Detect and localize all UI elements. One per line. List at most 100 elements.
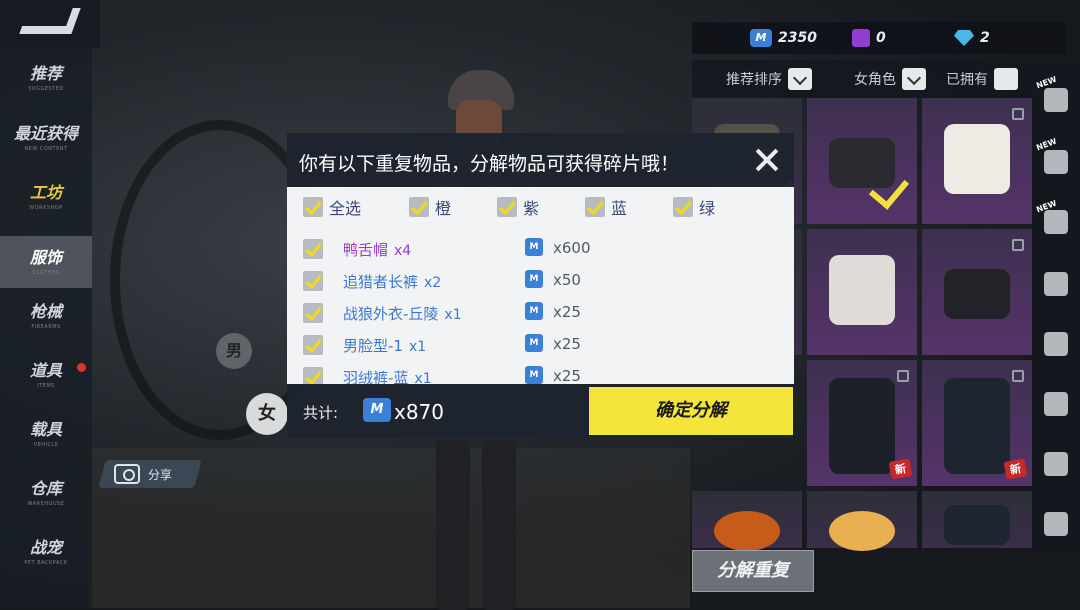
checkbox-checked-icon[interactable] xyxy=(303,239,323,259)
notification-dot xyxy=(77,363,86,372)
fragment-amount: x25 xyxy=(553,303,581,321)
sidebar-item-workshop[interactable]: 工坊 WORKSHOP xyxy=(0,171,92,223)
sidebar-item-firearms[interactable]: 枪械 FIREARMS xyxy=(0,290,92,342)
grid-item[interactable] xyxy=(922,98,1032,224)
filter-label: 绿 xyxy=(699,199,716,218)
sidebar-item-label: 服饰 xyxy=(29,248,62,267)
grid-item[interactable] xyxy=(692,491,802,551)
grid-item[interactable]: 新 xyxy=(807,360,917,486)
category-sidebar: 推荐 SUGGESTED 最近获得 NEW CONTENT 工坊 WORKSHO… xyxy=(0,48,92,608)
list-item[interactable]: 战狼外衣-丘陵 x1 M x25 xyxy=(303,297,783,329)
green-filter-checkbox[interactable]: 绿 xyxy=(673,195,715,219)
face-category-icon[interactable] xyxy=(1044,512,1068,536)
sort-label: 推荐排序 xyxy=(726,72,782,88)
sidebar-item-pet[interactable]: 战宠 PET BACKPACK xyxy=(0,526,92,578)
item-name: 羽绒裤-蓝 x1 xyxy=(343,369,432,384)
gender-filter-dropdown[interactable]: 女角色 xyxy=(854,68,926,90)
checkbox-checked-icon[interactable] xyxy=(303,367,323,384)
currency-bar: M 2350 0 2 xyxy=(692,22,1066,54)
character-leg-right xyxy=(482,440,516,610)
sailor-shirt-item-icon xyxy=(944,124,1010,194)
character-leg-left xyxy=(436,440,470,610)
share-button[interactable]: 分享 xyxy=(98,460,202,488)
list-item[interactable]: 羽绒裤-蓝 x1 M x25 xyxy=(303,361,783,384)
fragment-amount: x600 xyxy=(553,239,591,257)
filter-label: 全选 xyxy=(329,199,362,218)
grid-item[interactable] xyxy=(922,491,1032,548)
owned-checkbox[interactable] xyxy=(994,68,1018,90)
sidebar-item-sublabel: WORKSHOP xyxy=(29,205,63,211)
dialog-footer: 共计: M x870 确定分解 xyxy=(287,384,794,438)
owned-filter-toggle[interactable]: 已拥有 xyxy=(946,68,1018,90)
sidebar-item-recent[interactable]: 最近获得 NEW CONTENT xyxy=(0,112,92,164)
jacket-item-icon xyxy=(829,255,895,325)
sort-dropdown[interactable]: 推荐排序 xyxy=(726,68,812,90)
orange-filter-checkbox[interactable]: 橙 xyxy=(409,195,451,219)
share-label: 分享 xyxy=(148,467,173,482)
fragment-amount: x25 xyxy=(553,335,581,353)
filter-label: 蓝 xyxy=(611,199,628,218)
sidebar-item-label: 工坊 xyxy=(29,183,62,202)
fragment-icon: M xyxy=(525,270,543,288)
chevron-down-icon xyxy=(788,68,812,90)
total-value: x870 xyxy=(394,400,445,424)
sidebar-item-items[interactable]: 道具 ITEMS xyxy=(0,349,92,401)
select-all-checkbox[interactable]: 全选 xyxy=(303,195,361,219)
shorts-item-icon xyxy=(944,505,1010,545)
filter-label: 橙 xyxy=(435,199,452,218)
pants-category-icon[interactable] xyxy=(1044,210,1068,234)
checkbox-checked-icon[interactable] xyxy=(303,303,323,323)
list-item[interactable]: 追猎者长裤 x2 M x50 xyxy=(303,265,783,297)
coat-category-icon[interactable] xyxy=(1044,272,1068,296)
purple-filter-checkbox[interactable]: 紫 xyxy=(497,195,539,219)
jeans-item-icon xyxy=(829,378,895,474)
sidebar-item-vehicle[interactable]: 载具 VEHICLE xyxy=(0,408,92,460)
fragment-icon: M xyxy=(363,398,391,422)
sidebar-item-label: 枪械 xyxy=(29,302,62,321)
hat-category-icon[interactable] xyxy=(1044,332,1068,356)
sidebar-item-label: 战宠 xyxy=(29,538,62,557)
decompose-duplicates-button[interactable]: 分解重复 xyxy=(692,550,814,592)
confirm-decompose-button[interactable]: 确定分解 xyxy=(589,387,793,435)
checkbox-checked-icon xyxy=(585,197,605,217)
glasses-category-icon[interactable] xyxy=(1044,392,1068,416)
grid-item[interactable]: 新 xyxy=(922,360,1032,486)
grid-item[interactable] xyxy=(807,491,917,551)
dialog-header: 你有以下重复物品，分解物品可获得碎片哦！ xyxy=(287,133,794,187)
filter-label: 紫 xyxy=(523,199,540,218)
diamond-icon xyxy=(954,30,974,46)
new-tag: 新 xyxy=(1003,458,1028,480)
fragment-value: 0 xyxy=(876,30,886,46)
checkbox-checked-icon[interactable] xyxy=(303,335,323,355)
gender-female-button[interactable]: 女 xyxy=(246,393,288,435)
sidebar-item-clothes[interactable]: 服饰 CLOTHES xyxy=(0,236,92,288)
chevron-down-icon xyxy=(902,68,926,90)
all-category-icon[interactable] xyxy=(1044,88,1068,112)
blue-filter-checkbox[interactable]: 蓝 xyxy=(585,195,627,219)
dialog-title: 你有以下重复物品，分解物品可获得碎片哦！ xyxy=(299,153,680,175)
grid-item[interactable] xyxy=(807,229,917,355)
sidebar-item-sublabel: SUGGESTED xyxy=(28,86,64,92)
gender-male-button[interactable]: 男 xyxy=(216,333,252,369)
back-arrow-icon xyxy=(19,8,81,34)
close-icon[interactable] xyxy=(754,147,780,173)
sidebar-item-suggested[interactable]: 推荐 SUGGESTED xyxy=(0,52,92,104)
grid-item[interactable] xyxy=(807,98,917,224)
mask-category-icon[interactable] xyxy=(1044,452,1068,476)
lock-icon xyxy=(1012,239,1024,251)
list-item[interactable]: 鸭舌帽 x4 M x600 xyxy=(303,233,783,265)
item-name: 追猎者长裤 x2 xyxy=(343,273,442,291)
sidebar-item-label: 仓库 xyxy=(29,479,62,498)
checkbox-checked-icon xyxy=(303,197,323,217)
owned-filter-label: 已拥有 xyxy=(946,72,988,88)
list-item[interactable]: 男脸型-1 x1 M x25 xyxy=(303,329,783,361)
checkbox-checked-icon[interactable] xyxy=(303,271,323,291)
back-button[interactable] xyxy=(0,0,100,48)
sidebar-item-warehouse[interactable]: 仓库 WAREHOUSE xyxy=(0,467,92,519)
rarity-filter-row: 全选 橙 紫 蓝 绿 xyxy=(287,195,794,223)
item-name: 战狼外衣-丘陵 x1 xyxy=(343,305,462,323)
subcategory-bar: NEW NEW NEW xyxy=(1032,60,1080,550)
item-name: 鸭舌帽 x4 xyxy=(343,241,412,259)
top-category-icon[interactable] xyxy=(1044,150,1068,174)
grid-item[interactable] xyxy=(922,229,1032,355)
